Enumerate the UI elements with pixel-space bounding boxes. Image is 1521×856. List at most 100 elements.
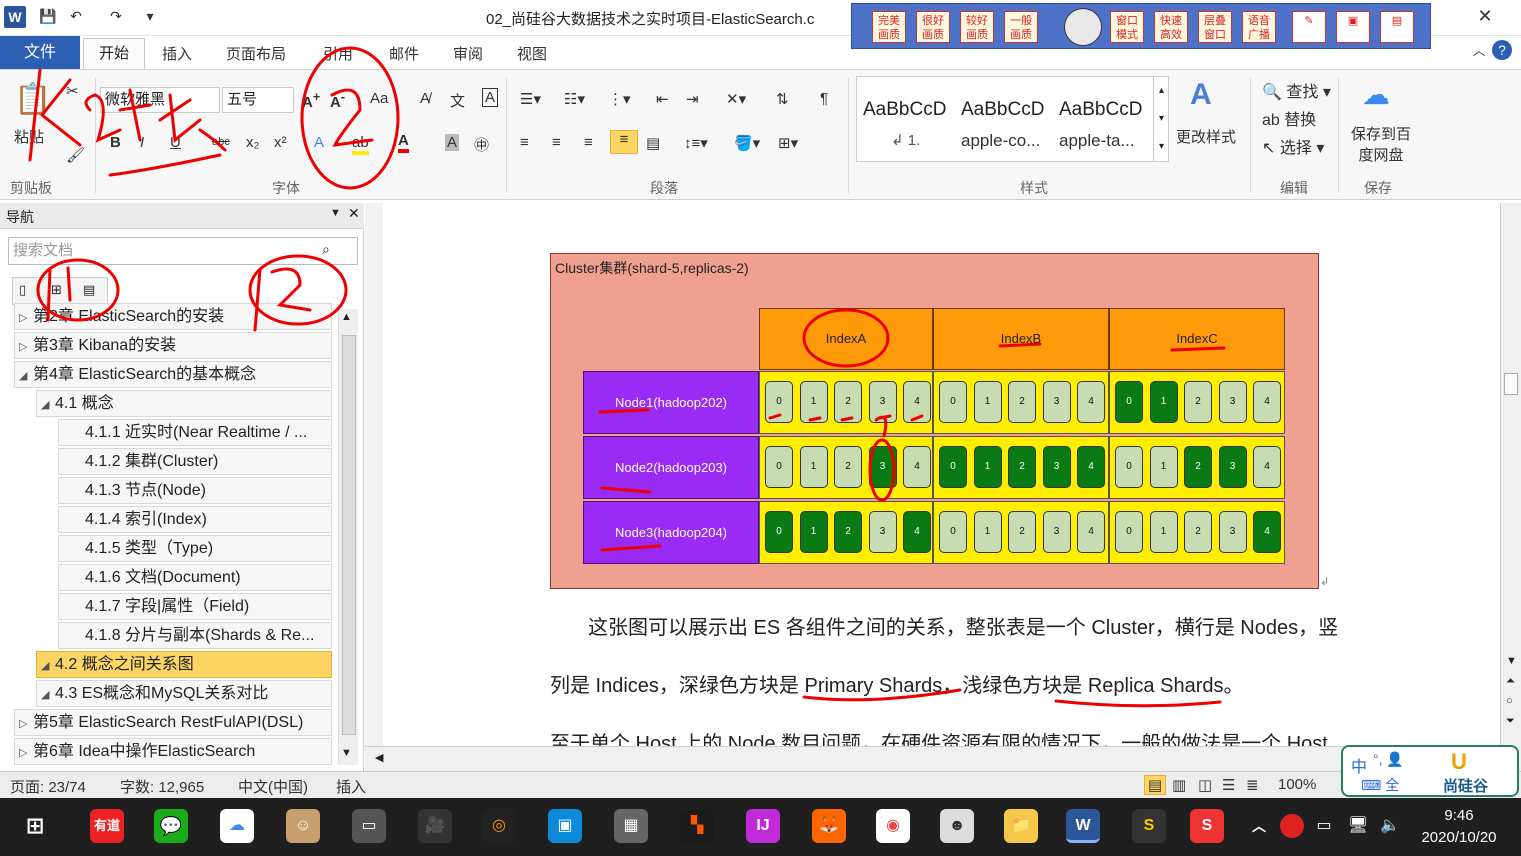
board-icon[interactable]: ▤	[1380, 11, 1414, 43]
word-app-icon[interactable]: W	[4, 6, 26, 28]
paste-icon[interactable]: 📋	[14, 82, 51, 117]
styles-scroll[interactable]: ▴ ▾ ▾	[1153, 77, 1169, 161]
presentation-icon[interactable]: ▭	[352, 809, 386, 843]
highlight-icon[interactable]: ab	[352, 134, 369, 155]
nav-heading-item[interactable]: ◢ 第4章 ElasticSearch的基本概念	[14, 361, 332, 388]
quality-normal-button[interactable]: 一般画质	[1004, 11, 1038, 43]
distribute-icon[interactable]: ▤	[646, 134, 660, 152]
record-icon[interactable]	[1064, 8, 1102, 46]
ribbon-collapse-icon[interactable]: ︿	[1464, 40, 1494, 59]
multilevel-list-icon[interactable]: ⋮▾	[608, 90, 631, 108]
nav-heading-item[interactable]: 4.1.4 索引(Index)	[58, 506, 332, 533]
wechat-icon[interactable]: 💬	[154, 809, 188, 843]
quality-good-button[interactable]: 很好画质	[916, 11, 950, 43]
firefox-icon[interactable]: 🦊	[812, 809, 846, 843]
paste-label[interactable]: 粘贴	[14, 126, 44, 147]
expand-icon[interactable]: ▷	[19, 335, 33, 358]
change-case-icon[interactable]: Aa	[370, 90, 388, 107]
voice-broadcast-button[interactable]: 语音广播	[1242, 11, 1276, 43]
draft-icon[interactable]: ≣	[1246, 776, 1259, 794]
headings-view-icon[interactable]: ▯	[19, 282, 26, 298]
page-count[interactable]: 页面: 23/74	[10, 776, 86, 797]
scroll-left-icon[interactable]: ◀	[375, 751, 383, 764]
change-styles-icon[interactable]: A	[1190, 78, 1212, 112]
grow-font-icon[interactable]: A+	[302, 90, 320, 111]
network-icon[interactable]: 🖥	[1346, 809, 1370, 843]
outline-icon[interactable]: ☰	[1222, 776, 1235, 794]
cut-icon[interactable]: ✂	[66, 82, 79, 100]
zoom-level[interactable]: 100%	[1278, 776, 1316, 793]
sublime-icon[interactable]: S	[1132, 809, 1166, 843]
nav-search-input[interactable]: 搜索文档	[8, 237, 358, 265]
search-icon[interactable]: ⌕	[322, 241, 330, 258]
ime-keyboard-icon[interactable]: ⌨ 全	[1361, 775, 1399, 795]
battery-icon[interactable]: ▭	[1312, 809, 1336, 843]
avatar-app-icon[interactable]: ☺	[286, 809, 320, 843]
close-icon[interactable]: ✕	[1470, 6, 1500, 27]
web-layout-icon[interactable]: ◫	[1198, 776, 1212, 794]
nav-heading-item[interactable]: 4.1.6 文档(Document)	[58, 564, 332, 591]
nav-scroll-thumb[interactable]	[342, 335, 356, 735]
nav-heading-item[interactable]: 4.1.5 类型（Type)	[58, 535, 332, 562]
nav-heading-item[interactable]: 4.1.7 字段|属性（Field)	[58, 593, 332, 620]
spiral-icon[interactable]: ◎	[482, 809, 516, 843]
phonetic-icon[interactable]: 文	[450, 90, 465, 111]
collapse-icon[interactable]: ◢	[41, 393, 55, 416]
baidu-netdisk-icon[interactable]: ☁	[220, 809, 254, 843]
nav-heading-item[interactable]: ◢ 4.2 概念之间关系图	[36, 651, 332, 678]
shading-icon[interactable]: 🪣▾	[734, 134, 760, 152]
nav-heading-item[interactable]: 4.1.2 集群(Cluster)	[58, 448, 332, 475]
style-item-2[interactable]: AaBbCcD apple-co...	[961, 83, 1061, 157]
nav-heading-item[interactable]: ▷ 第6章 Idea中操作ElasticSearch	[14, 738, 332, 765]
chinese-layout-icon[interactable]: ✕▾	[726, 90, 746, 108]
nav-heading-item[interactable]: ◢ 4.3 ES概念和MySQL关系对比	[36, 680, 332, 707]
tab-file[interactable]: 文件	[0, 36, 80, 69]
cascade-window-button[interactable]: 层叠窗口	[1198, 11, 1232, 43]
collapse-icon[interactable]: ◢	[19, 364, 33, 387]
full-screen-icon[interactable]: ▥	[1172, 776, 1186, 794]
pen-icon[interactable]: ✎	[1292, 11, 1326, 43]
shrink-font-icon[interactable]: A-	[330, 90, 345, 111]
nav-heading-item[interactable]: 4.1.8 分片与副本(Shards & Re...	[58, 622, 332, 649]
undo-icon[interactable]: ↶	[66, 6, 86, 26]
wps-icon[interactable]: S	[1190, 809, 1224, 843]
language-status[interactable]: 中文(中国)	[238, 776, 308, 797]
superscript-icon[interactable]: x²	[274, 134, 287, 151]
system-clock[interactable]: 9:46 2020/10/20	[1404, 805, 1514, 849]
scroll-down-icon[interactable]: ▼	[341, 747, 352, 759]
smiley-app-icon[interactable]: ☻	[940, 809, 974, 843]
sort-icon[interactable]: ⇅	[776, 90, 789, 108]
nav-scrollbar[interactable]: ▲ ▼	[338, 309, 358, 765]
show-marks-icon[interactable]: ¶	[820, 90, 828, 107]
find-button[interactable]: 🔍 查找 ▾	[1262, 78, 1331, 102]
save-icon[interactable]: 💾	[38, 6, 58, 26]
record-tray-icon[interactable]	[1280, 814, 1304, 838]
browse-object-icon[interactable]: ○	[1506, 695, 1513, 707]
nav-heading-item[interactable]: ▷ 第3章 Kibana的安装	[14, 332, 332, 359]
nav-heading-item[interactable]: ▷ 第5章 ElasticSearch RestFulAPI(DSL)	[14, 709, 332, 736]
font-size-combo[interactable]: 五号	[222, 87, 294, 113]
strikethrough-icon[interactable]: abc	[212, 136, 230, 148]
prev-page-icon[interactable]: ⏶	[1506, 675, 1515, 688]
scroll-down-icon[interactable]: ▼	[1506, 655, 1517, 667]
word-taskbar-icon[interactable]: W	[1066, 809, 1100, 843]
ime-icons[interactable]: °, 👤	[1373, 751, 1404, 768]
expand-icon[interactable]: ▷	[19, 306, 33, 329]
tray-expand-icon[interactable]: ︿	[1248, 809, 1270, 843]
fast-button[interactable]: 快速高效	[1154, 11, 1188, 43]
tab-page-layout[interactable]: 页面布局	[226, 43, 286, 64]
nav-heading-item[interactable]: ▷ 第2章 ElasticSearch的安装	[14, 303, 332, 330]
pages-view-icon[interactable]: ⊞	[51, 282, 62, 298]
enclose-char-icon[interactable]: ㊥	[474, 134, 489, 155]
numbering-icon[interactable]: ☷▾	[564, 90, 585, 108]
start-icon[interactable]: ⊞	[18, 809, 52, 843]
help-icon[interactable]: ?	[1492, 40, 1512, 60]
youdao-icon[interactable]: 有道	[90, 809, 124, 843]
collapse-icon[interactable]: ◢	[41, 683, 55, 706]
align-left-icon[interactable]: ≡	[520, 134, 529, 151]
char-border-icon[interactable]: A	[482, 88, 499, 107]
style-item-1[interactable]: AaBbCcD ↲ 1.	[863, 83, 963, 157]
text-effects-icon[interactable]: A	[314, 134, 324, 151]
qat-customize-icon[interactable]: ▾	[140, 6, 160, 26]
nav-heading-item[interactable]: ◢ 4.1 概念	[36, 390, 332, 417]
